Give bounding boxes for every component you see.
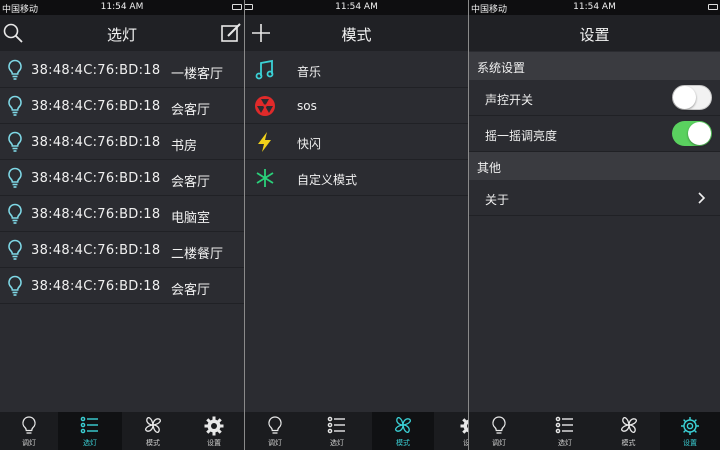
tab-select[interactable]: 选灯 xyxy=(305,412,369,450)
tab-mode[interactable]: 模式 xyxy=(122,412,184,450)
light-room: 书房 xyxy=(171,139,198,154)
bulb-icon xyxy=(8,167,22,188)
voice-control-row: 声控开关 xyxy=(469,80,720,116)
select-light-screen: 中国移动 11:54 AM 选灯 38:48:4C:76:BD:18 一楼客厅 38… xyxy=(0,0,244,450)
status-time: 11:54 AM xyxy=(335,2,378,12)
tab-bar: 调灯 选灯 模式 设置 xyxy=(0,412,244,450)
navbar: 选灯 xyxy=(0,15,244,51)
tab-adjust[interactable]: 调灯 xyxy=(0,412,58,450)
status-bar: 中国移动 11:54 AM xyxy=(0,0,244,15)
about-row[interactable]: 关于 xyxy=(469,180,720,216)
bulb-icon xyxy=(8,131,22,152)
list-icon xyxy=(555,416,573,434)
sos-icon xyxy=(255,96,275,116)
light-room: 会客厅 xyxy=(171,103,211,118)
mode-item-flash[interactable]: 快闪 xyxy=(245,124,468,160)
status-bar: 11:54 AM xyxy=(245,0,468,15)
tab-bar: 调灯 选灯 模式 设置 xyxy=(469,412,720,450)
battery-icon xyxy=(232,4,242,10)
bulb-icon xyxy=(8,95,22,116)
page-title: 模式 xyxy=(341,26,372,44)
shake-brightness-toggle[interactable] xyxy=(672,121,712,146)
list-icon xyxy=(80,416,98,434)
bulb-icon xyxy=(492,416,506,434)
chevron-right-icon xyxy=(698,192,706,204)
mode-item-sos[interactable]: sos xyxy=(245,88,468,124)
tab-adjust[interactable]: 调灯 xyxy=(469,412,529,450)
voice-control-toggle[interactable] xyxy=(672,85,712,110)
status-bar: 中国移动 11:54 AM xyxy=(469,0,720,15)
gear-icon xyxy=(460,418,468,434)
battery-icon xyxy=(708,4,718,10)
status-time: 11:54 AM xyxy=(573,2,616,12)
bulb-icon xyxy=(8,239,22,260)
tab-mode[interactable]: 模式 xyxy=(372,412,434,450)
section-header-other: 其他 xyxy=(469,152,720,180)
music-note-icon xyxy=(255,59,274,80)
light-room: 会客厅 xyxy=(171,283,211,298)
light-mac: 38:48:4C:76:BD:18 xyxy=(31,99,161,114)
page-title: 选灯 xyxy=(106,26,137,44)
tab-mode[interactable]: 模式 xyxy=(597,412,660,450)
navbar: 设置 xyxy=(469,15,720,51)
tab-bar: 调灯 选灯 模式 设置 xyxy=(245,412,468,450)
bulb-icon xyxy=(22,416,36,434)
settings-list: 系统设置 声控开关 摇一摇调亮度 其他 关于 xyxy=(469,52,720,216)
gear-icon xyxy=(681,417,699,435)
fan-icon xyxy=(620,417,637,433)
bulb-icon xyxy=(8,275,22,296)
tab-settings[interactable]: 设置 xyxy=(184,412,244,450)
light-row[interactable]: 38:48:4C:76:BD:18 会客厅 xyxy=(0,88,244,124)
fan-icon xyxy=(395,417,411,433)
light-mac: 38:48:4C:76:BD:18 xyxy=(31,243,161,258)
bulb-icon xyxy=(8,203,22,224)
light-row[interactable]: 38:48:4C:76:BD:18 电脑室 xyxy=(0,196,244,232)
light-mac: 38:48:4C:76:BD:18 xyxy=(31,171,161,186)
tab-select[interactable]: 选灯 xyxy=(533,412,597,450)
bulb-icon xyxy=(268,416,282,434)
light-list: 38:48:4C:76:BD:18 一楼客厅 38:48:4C:76:BD:18 会客… xyxy=(0,52,244,304)
mode-list: 音乐 sos 快闪 自定义模式 xyxy=(245,52,468,196)
status-time: 11:54 AM xyxy=(100,2,144,12)
tab-adjust[interactable]: 调灯 xyxy=(245,412,305,450)
light-mac: 38:48:4C:76:BD:18 xyxy=(31,63,161,78)
fan-icon xyxy=(145,417,161,433)
light-row[interactable]: 38:48:4C:76:BD:18 一楼客厅 xyxy=(0,52,244,88)
list-icon xyxy=(327,416,345,434)
light-room: 二楼餐厅 xyxy=(171,247,224,262)
toggle-knob xyxy=(688,122,711,145)
toggle-knob xyxy=(673,86,696,109)
lightning-icon xyxy=(258,132,271,152)
tab-settings[interactable]: 设置 xyxy=(450,412,468,450)
custom-mode-icon xyxy=(256,169,274,187)
light-row[interactable]: 38:48:4C:76:BD:18 二楼餐厅 xyxy=(0,232,244,268)
page-title: 设置 xyxy=(579,26,610,44)
mode-screen: 11:54 AM 模式 音乐 sos 快闪 自定义模式 调灯 选灯 模式 设 xyxy=(245,0,468,450)
tab-settings[interactable]: 设置 xyxy=(660,412,720,450)
tab-select[interactable]: 选灯 xyxy=(58,412,122,450)
light-row[interactable]: 38:48:4C:76:BD:18 书房 xyxy=(0,124,244,160)
light-mac: 38:48:4C:76:BD:18 xyxy=(31,135,161,150)
mode-item-custom[interactable]: 自定义模式 xyxy=(245,160,468,196)
light-room: 电脑室 xyxy=(171,211,211,226)
light-row[interactable]: 38:48:4C:76:BD:18 会客厅 xyxy=(0,160,244,196)
settings-screen: 中国移动 11:54 AM 设置 系统设置 声控开关 摇一摇调亮度 其他 关于 … xyxy=(469,0,720,450)
bulb-icon xyxy=(8,59,22,80)
light-room: 会客厅 xyxy=(171,175,211,190)
navbar: 模式 xyxy=(245,15,468,51)
light-mac: 38:48:4C:76:BD:18 xyxy=(31,279,161,294)
light-row[interactable]: 38:48:4C:76:BD:18 会客厅 xyxy=(0,268,244,304)
gear-icon xyxy=(204,416,224,436)
light-mac: 38:48:4C:76:BD:18 xyxy=(31,207,161,222)
section-header-system: 系统设置 xyxy=(469,52,720,80)
edit-icon[interactable] xyxy=(220,22,242,44)
light-room: 一楼客厅 xyxy=(171,67,224,82)
mode-item-music[interactable]: 音乐 xyxy=(245,52,468,88)
shake-brightness-row: 摇一摇调亮度 xyxy=(469,116,720,152)
